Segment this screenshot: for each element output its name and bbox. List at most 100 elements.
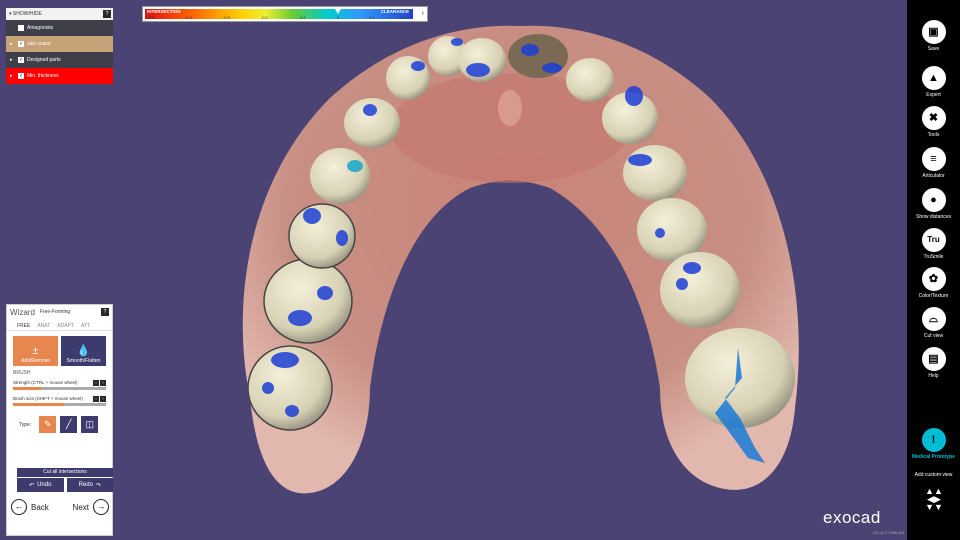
scale-expand-arrow-icon[interactable]: › — [422, 10, 424, 17]
scale-tick: -0.4 — [185, 15, 192, 20]
palette-icon: ✿ — [921, 267, 946, 291]
show-hide-header[interactable]: ▾ SHOW/HIDE ? — [6, 8, 113, 20]
clearance-label: CLEARANCE — [380, 9, 409, 14]
show-hide-item-designed-parts[interactable]: ▸ ✓ Designed parts — [6, 52, 113, 68]
toolbar-label: Show distances — [915, 214, 952, 220]
jaw-3d-viewport[interactable] — [220, 18, 810, 518]
add-remove-label: Add/Remove — [21, 358, 50, 364]
strength-slider[interactable] — [13, 387, 106, 390]
size-decrease-button[interactable]: ‹ — [93, 396, 99, 402]
min-thickness-checkbox[interactable]: ✓ — [18, 73, 24, 79]
toolbar-color-texture-button[interactable]: ✿ Color/Texture — [907, 267, 960, 299]
back-label: Back — [31, 502, 49, 512]
save-icon: ▣ — [921, 20, 946, 44]
brush-type-cylinder-icon[interactable]: ◫ — [81, 416, 99, 433]
show-hide-item-min-thickness[interactable]: ▸ ✓ Min. thickness — [6, 68, 113, 84]
show-hide-help-button[interactable]: ? — [103, 10, 111, 18]
strength-increase-button[interactable]: › — [100, 380, 106, 386]
redo-button[interactable]: Redo ↷ — [66, 478, 113, 492]
expand-icon[interactable]: ▸ — [10, 73, 18, 79]
right-toolbar: ▣ Save ▲ Expert ✖ Tools ≡ Articulator ● Show … — [907, 0, 960, 540]
toolbar-articulator-button[interactable]: ≡ Articulator — [907, 147, 960, 179]
smooth-flatten-label: Smooth/Flatten — [66, 358, 101, 364]
jaw-scans-checkbox[interactable]: ✓ — [18, 41, 24, 47]
wizard-navigation: ← Back Next → — [11, 499, 109, 515]
warning-icon: ! — [921, 428, 946, 452]
toolbar-label: Help — [928, 373, 939, 379]
undo-label: Undo — [37, 482, 52, 488]
wizard-title: Wizard — [10, 307, 35, 317]
add-remove-button[interactable]: ± Add/Remove — [13, 336, 58, 366]
toolbar-label: Articulator — [922, 173, 945, 179]
add-custom-view-button[interactable]: Add custom view — [907, 472, 960, 478]
tool-buttons: ± Add/Remove 💧 Smooth/Flatten — [7, 331, 112, 366]
graduation-cap-icon: ▲ — [921, 66, 946, 90]
strength-decrease-button[interactable]: ‹ — [93, 380, 99, 386]
undo-icon: ↶ — [29, 482, 35, 489]
toolbar-tools-button[interactable]: ✖ Tools — [907, 106, 960, 138]
toolbar-label: Expert — [926, 92, 941, 98]
strength-slider-fill — [13, 387, 41, 390]
brush-size-slider-row: Brush size (SHIFT + mouse wheel) ‹ › — [7, 396, 112, 408]
tab-adapt[interactable]: ADAPT — [57, 323, 74, 329]
tab-att[interactable]: ATT — [81, 323, 90, 329]
show-hide-item-jaw-scans[interactable]: ▸ ✓ Jaw scans — [6, 36, 113, 52]
wizard-panel: Wizard Free-Forming ? FREE ANAT ADAPT AT… — [6, 304, 113, 536]
tooth — [386, 56, 430, 100]
strength-slider-row: Strength (CTRL + mouse wheel) ‹ › — [7, 380, 112, 392]
undo-button[interactable]: ↶ Undo — [17, 478, 64, 492]
intersection-label: INTERSECTION — [147, 9, 181, 14]
brush-size-slider[interactable] — [13, 403, 106, 406]
brush-size-slider-fill — [13, 403, 65, 406]
tooth — [623, 145, 687, 201]
toolbar-expert-button[interactable]: ▲ Expert — [907, 66, 960, 98]
toolbar-save-button[interactable]: ▣ Save — [907, 20, 960, 52]
distance-icon: ● — [921, 188, 946, 212]
toolbar-label: Save — [927, 46, 940, 52]
toolbar-label: Color/Texture — [918, 293, 949, 299]
antagonists-checkbox[interactable] — [18, 25, 24, 31]
back-arrow-icon: ← — [11, 499, 27, 515]
articulator-icon: ≡ — [921, 147, 946, 171]
next-arrow-icon: → — [93, 499, 109, 515]
redo-icon: ↷ — [95, 482, 101, 489]
brush-section-label: BRUSH — [13, 370, 31, 376]
designed-parts-checkbox[interactable]: ✓ — [18, 57, 24, 63]
wizard-subtitle: Free-Forming — [39, 309, 71, 315]
help-book-icon: ▤ — [921, 347, 946, 371]
tab-anat[interactable]: ANAT — [37, 323, 50, 329]
show-hide-panel: ▾ SHOW/HIDE ? Antagonists ▸ ✓ Jaw scans … — [6, 8, 113, 84]
toolbar-help-button[interactable]: ▤ Help — [907, 347, 960, 379]
show-hide-item-antagonists[interactable]: Antagonists — [6, 20, 113, 36]
collapse-icon[interactable]: ▾ — [9, 11, 12, 17]
view-navigation-arrows-icon[interactable]: ▲▲ ◀▶ ▼▼ — [921, 487, 947, 512]
show-hide-item-label: Designed parts — [27, 57, 61, 63]
expand-icon[interactable]: ▸ — [10, 57, 18, 63]
brush-type-knife-icon[interactable]: ╱ — [60, 416, 78, 433]
toolbar-label: Cut view — [923, 333, 944, 339]
scale-marker[interactable] — [335, 9, 341, 14]
toolbar-label: Tools — [927, 132, 940, 138]
expand-icon[interactable]: ▸ — [10, 41, 18, 47]
wizard-help-button[interactable]: ? — [101, 308, 109, 316]
tooth — [263, 258, 353, 344]
version-text: CS-v2.3 7080 (64 — [872, 530, 904, 535]
brush-type-row: Type: ✎ ╱ ◫ — [7, 416, 112, 433]
next-button[interactable]: Next → — [73, 499, 109, 515]
tools-icon: ✖ — [921, 106, 946, 130]
back-button[interactable]: ← Back — [11, 499, 49, 515]
size-increase-button[interactable]: › — [100, 396, 106, 402]
tab-free[interactable]: FREE — [17, 323, 30, 329]
toolbar-cut-view-button[interactable]: ⌓ Cut view — [907, 307, 960, 339]
medical-prototype-indicator[interactable]: ! Medical Prototype — [907, 428, 960, 460]
toolbar-label: TruSmile — [923, 254, 944, 260]
smooth-flatten-button[interactable]: 💧 Smooth/Flatten — [61, 336, 106, 366]
wizard-tabs: FREE ANAT ADAPT ATT — [7, 321, 112, 331]
toolbar-show-distances-button[interactable]: ● Show distances — [907, 188, 960, 220]
show-hide-item-label: Antagonists — [27, 25, 54, 31]
brush-type-brush-icon[interactable]: ✎ — [39, 416, 57, 433]
cut-all-intersections-button[interactable]: Cut all intersections — [17, 468, 113, 477]
toolbar-trusmile-button[interactable]: Tru TruSmile — [907, 228, 960, 260]
strength-label: Strength (CTRL + mouse wheel) — [13, 380, 78, 385]
undo-redo-row: ↶ Undo Redo ↷ — [17, 478, 113, 492]
